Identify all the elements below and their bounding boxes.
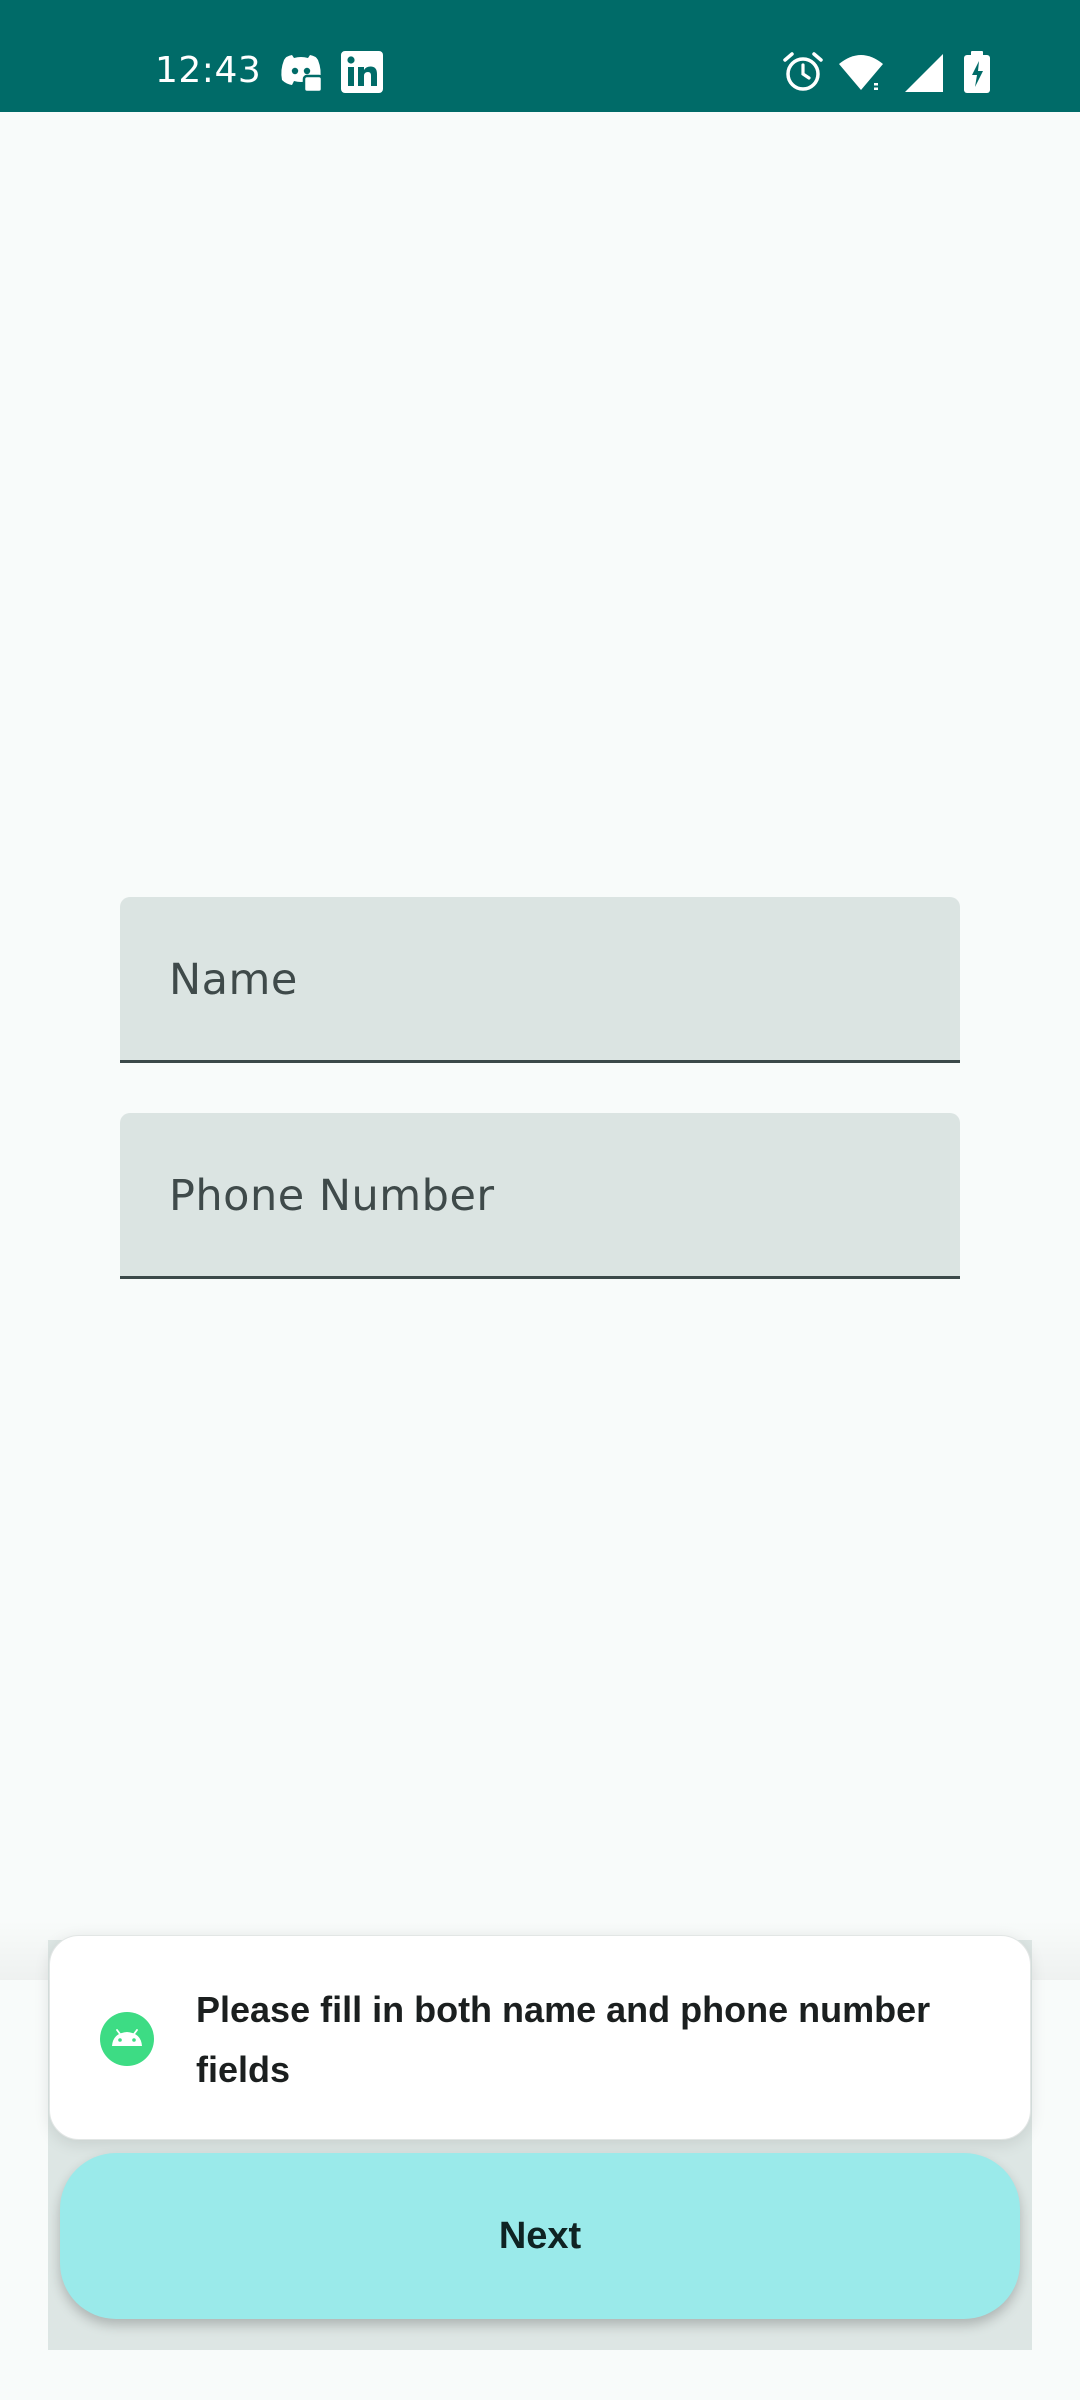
alarm-icon bbox=[783, 52, 823, 91]
phone-number-placeholder: Phone Number bbox=[169, 1171, 495, 1221]
phone-number-field[interactable]: Phone Number bbox=[120, 1113, 960, 1279]
discord-icon bbox=[281, 55, 324, 94]
toast-text: Please fill in both name and phone numbe… bbox=[196, 1989, 931, 2090]
linkedin-icon bbox=[341, 51, 383, 93]
name-placeholder: Name bbox=[169, 955, 298, 1005]
status-time: 12:43 bbox=[155, 50, 262, 91]
name-field[interactable]: Name bbox=[120, 897, 960, 1063]
signal-icon bbox=[905, 54, 943, 92]
next-button[interactable]: Next bbox=[60, 2153, 1020, 2319]
battery-charging-icon bbox=[964, 51, 990, 93]
android-icon bbox=[100, 2012, 154, 2066]
status-bar: 12:43 bbox=[0, 0, 1080, 112]
toast-message: Please fill in both name and phone numbe… bbox=[49, 1935, 1031, 2140]
wifi-icon bbox=[839, 55, 883, 90]
